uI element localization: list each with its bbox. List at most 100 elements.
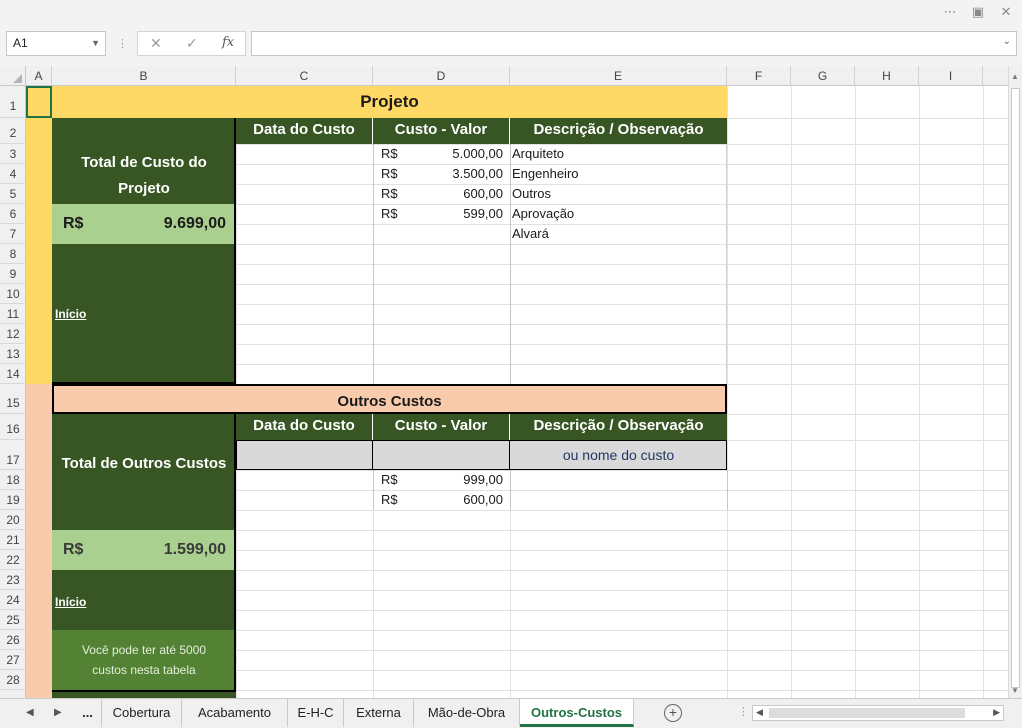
excel-window: ⋯ ▣ ✕ A1 ▼ ⋮ ✕ ✓ fx ⌄ A B C D E F G H I bbox=[0, 0, 1022, 728]
projeto-inicio-link[interactable]: Início bbox=[55, 304, 86, 324]
outros-header-date: Data do Custo bbox=[236, 414, 373, 440]
sheet-tab-externa[interactable]: Externa bbox=[344, 699, 414, 727]
column-headers: A B C D E F G H I bbox=[0, 66, 1022, 86]
row-header[interactable]: 18 bbox=[0, 470, 25, 490]
sheet-tab-bar: ◀ ▶ ... Cobertura Acabamento E-H-C Exter… bbox=[0, 698, 1022, 728]
projeto-total-value: 9.699,00 bbox=[163, 215, 226, 232]
formula-input[interactable]: ⌄ bbox=[251, 31, 1017, 56]
projeto-entry-currency: R$ bbox=[381, 206, 398, 221]
scroll-left-icon[interactable]: ◀ bbox=[756, 707, 763, 718]
projeto-entry-desc: Arquiteto bbox=[512, 146, 565, 161]
row-header[interactable]: 7 bbox=[0, 224, 25, 244]
select-all-corner[interactable] bbox=[0, 66, 26, 86]
projeto-entry-desc: Aprovação bbox=[512, 206, 575, 221]
tab-splitter-icon[interactable]: ⋮ bbox=[738, 705, 749, 718]
chevron-down-icon[interactable]: ⌄ bbox=[1003, 36, 1011, 47]
projeto-entry-desc: Alvará bbox=[512, 226, 549, 241]
column-header-d[interactable]: D bbox=[373, 66, 510, 86]
projeto-entry-value: 599,00 bbox=[463, 206, 503, 221]
previous-sheet-icon[interactable]: ◀ bbox=[26, 707, 34, 718]
outros-entry-currency: R$ bbox=[381, 492, 398, 507]
worksheet-grid[interactable]: Projeto Total de Custo do Projeto R$ 9.6… bbox=[26, 86, 1008, 698]
row-header[interactable]: 17 bbox=[0, 440, 25, 470]
outros-side-band bbox=[26, 384, 52, 698]
selected-cell-a1[interactable] bbox=[26, 86, 52, 118]
row-header[interactable]: 27 bbox=[0, 650, 25, 670]
projeto-header-date: Data do Custo bbox=[236, 118, 373, 144]
more-sheets-button[interactable]: ... bbox=[74, 699, 102, 727]
sheet-tab-mao-de-obra[interactable]: Mão-de-Obra bbox=[414, 699, 520, 727]
more-options-icon[interactable]: ⋯ bbox=[938, 3, 962, 21]
outros-total-label: Total de Outros Custos bbox=[61, 455, 227, 472]
row-header[interactable]: 23 bbox=[0, 570, 25, 590]
formula-buttons: ✕ ✓ fx bbox=[137, 31, 246, 56]
row-header[interactable]: 28 bbox=[0, 670, 25, 690]
function-icon[interactable]: fx bbox=[222, 35, 234, 50]
projeto-header-description: Descrição / Observação bbox=[510, 118, 727, 144]
horizontal-scrollbar[interactable]: ◀ ▶ bbox=[752, 705, 1004, 721]
row-header[interactable]: 22 bbox=[0, 550, 25, 570]
row-header[interactable]: 1 bbox=[0, 86, 25, 118]
column-header-h[interactable]: H bbox=[855, 66, 919, 86]
close-icon[interactable]: ✕ bbox=[994, 3, 1018, 21]
projeto-entry-value: 3.500,00 bbox=[452, 166, 503, 181]
scroll-up-icon[interactable]: ▲ bbox=[1011, 72, 1019, 81]
column-header-f[interactable]: F bbox=[727, 66, 791, 86]
row-header[interactable]: 11 bbox=[0, 304, 25, 324]
outros-placeholder-text: ou nome do custo bbox=[562, 447, 675, 463]
horizontal-scroll-thumb[interactable] bbox=[769, 708, 965, 718]
row-header[interactable]: 19 bbox=[0, 490, 25, 510]
row-header[interactable]: 9 bbox=[0, 264, 25, 284]
outros-inicio-link[interactable]: Início bbox=[55, 592, 86, 612]
row-header[interactable]: 20 bbox=[0, 510, 25, 530]
vertical-scroll-thumb[interactable] bbox=[1011, 88, 1020, 688]
outros-header-description: Descrição / Observação bbox=[510, 414, 727, 440]
row-header[interactable]: 16 bbox=[0, 414, 25, 440]
outros-placeholder-date[interactable] bbox=[236, 440, 373, 470]
row-header[interactable]: 13 bbox=[0, 344, 25, 364]
restore-icon[interactable]: ▣ bbox=[966, 3, 990, 21]
row-header[interactable]: 10 bbox=[0, 284, 25, 304]
sheet-tab-acabamento[interactable]: Acabamento bbox=[182, 699, 288, 727]
name-box-value: A1 bbox=[13, 36, 28, 50]
column-header-a[interactable]: A bbox=[26, 66, 52, 86]
scroll-right-icon[interactable]: ▶ bbox=[993, 707, 1000, 718]
row-header[interactable]: 2 bbox=[0, 118, 25, 144]
column-header-e[interactable]: E bbox=[510, 66, 727, 86]
outros-entry-value: 600,00 bbox=[463, 492, 503, 507]
plus-circle-icon[interactable]: + bbox=[664, 704, 682, 722]
outros-panel-footer bbox=[52, 690, 236, 698]
row-header[interactable]: 6 bbox=[0, 204, 25, 224]
row-header[interactable]: 12 bbox=[0, 324, 25, 344]
projeto-entry-value: 5.000,00 bbox=[452, 146, 503, 161]
scroll-down-icon[interactable]: ▼ bbox=[1011, 686, 1019, 695]
row-header[interactable]: 3 bbox=[0, 144, 25, 164]
row-header[interactable]: 4 bbox=[0, 164, 25, 184]
row-header[interactable]: 21 bbox=[0, 530, 25, 550]
checkmark-icon[interactable]: ✓ bbox=[186, 35, 198, 52]
row-header[interactable]: 5 bbox=[0, 184, 25, 204]
projeto-entry-desc: Engenheiro bbox=[512, 166, 579, 181]
vertical-scrollbar[interactable]: ▲ ▼ bbox=[1008, 66, 1022, 698]
sheet-tab-outros-custos[interactable]: Outros-Custos bbox=[520, 699, 634, 727]
outros-placeholder-value[interactable] bbox=[373, 440, 510, 470]
row-header[interactable]: 8 bbox=[0, 244, 25, 264]
row-header[interactable]: 26 bbox=[0, 630, 25, 650]
next-sheet-icon[interactable]: ▶ bbox=[54, 707, 62, 718]
sheet-tab-cobertura[interactable]: Cobertura bbox=[102, 699, 182, 727]
sheet-tab-ehc[interactable]: E-H-C bbox=[288, 699, 344, 727]
column-header-i[interactable]: I bbox=[919, 66, 983, 86]
close-icon[interactable]: ✕ bbox=[150, 35, 162, 52]
name-box[interactable]: A1 ▼ bbox=[6, 31, 106, 56]
row-header[interactable]: 24 bbox=[0, 590, 25, 610]
column-header-c[interactable]: C bbox=[236, 66, 373, 86]
column-header-g[interactable]: G bbox=[791, 66, 855, 86]
row-header[interactable]: 14 bbox=[0, 364, 25, 384]
row-header[interactable]: 25 bbox=[0, 610, 25, 630]
outros-total-currency: R$ bbox=[63, 541, 84, 558]
chevron-down-icon[interactable]: ▼ bbox=[91, 32, 100, 55]
outros-total-value: 1.599,00 bbox=[163, 541, 226, 558]
column-header-b[interactable]: B bbox=[52, 66, 236, 86]
outros-header-value: Custo - Valor bbox=[373, 414, 510, 440]
row-header[interactable]: 15 bbox=[0, 384, 25, 414]
